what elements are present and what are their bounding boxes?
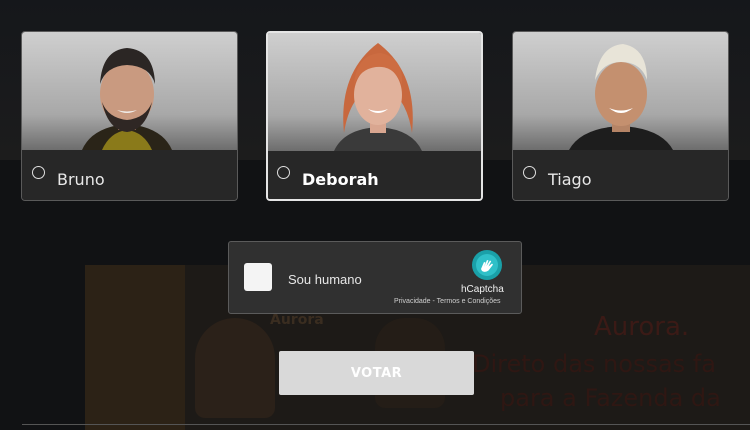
candidate-card-tiago[interactable]: Tiago xyxy=(512,31,729,201)
candidate-name: Deborah xyxy=(302,170,379,189)
captcha-brand: hCaptcha xyxy=(461,284,504,295)
divider xyxy=(22,424,750,425)
radio-button[interactable] xyxy=(523,166,536,179)
radio-button[interactable] xyxy=(32,166,45,179)
person-portrait-icon xyxy=(82,48,172,150)
background-ad-line: para a Fazenda da xyxy=(500,384,721,412)
background-ad-line: Direto das nossas fa xyxy=(472,350,716,378)
candidate-photo xyxy=(513,32,728,150)
hcaptcha-hand-icon xyxy=(472,250,502,280)
candidate-card-deborah[interactable]: Deborah xyxy=(266,31,483,201)
person-portrait-icon xyxy=(334,43,422,151)
candidate-name: Tiago xyxy=(548,170,592,189)
background-ad-panel xyxy=(85,265,185,430)
candidate-photo xyxy=(268,33,481,151)
vote-button[interactable]: VOTAR xyxy=(279,351,474,395)
person-portrait-icon xyxy=(569,44,673,150)
background-product-brand: Aurora xyxy=(270,312,324,328)
captcha-label: Sou humano xyxy=(288,272,362,287)
candidate-name: Bruno xyxy=(57,170,105,189)
captcha-links[interactable]: Privacidade - Termos e Condições xyxy=(394,298,500,305)
candidate-photo xyxy=(22,32,237,150)
radio-button[interactable] xyxy=(277,166,290,179)
background-ad-brand: Aurora. xyxy=(594,312,690,342)
candidate-card-bruno[interactable]: Bruno xyxy=(21,31,238,201)
captcha-checkbox[interactable] xyxy=(244,263,272,291)
captcha-widget: Sou humano hCaptcha Privacidade - Termos… xyxy=(228,241,522,314)
background-product-image xyxy=(195,318,275,418)
